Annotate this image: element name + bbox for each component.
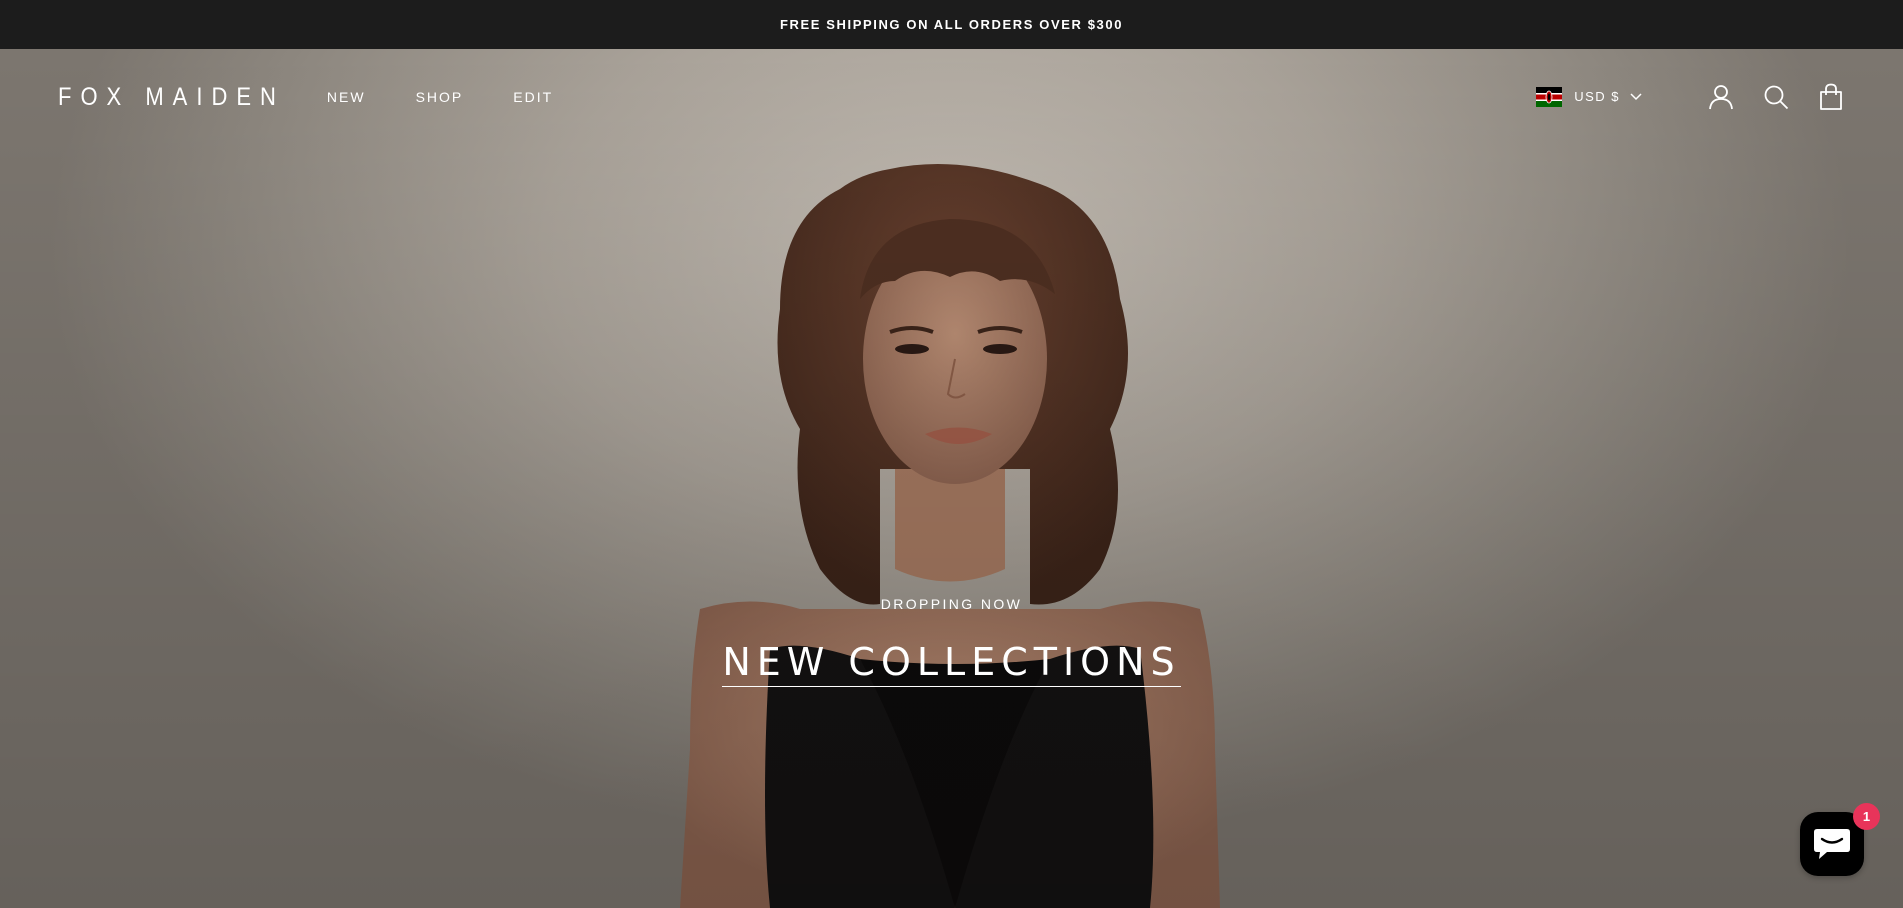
hero-content: DROPPING NOW NEW COLLECTIONS (0, 596, 1903, 687)
hero-eyebrow: DROPPING NOW (880, 596, 1023, 612)
header-actions: USD $ (1536, 83, 1845, 111)
kenya-flag-icon (1536, 86, 1563, 107)
hero-headline-link[interactable]: NEW COLLECTIONS (722, 640, 1181, 687)
nav-item-shop[interactable]: SHOP (416, 89, 464, 105)
chevron-down-icon (1630, 92, 1642, 100)
announcement-text: FREE SHIPPING ON ALL ORDERS OVER $300 (779, 17, 1124, 32)
currency-label: USD $ (1574, 89, 1620, 104)
chat-bubble-icon (1814, 829, 1850, 859)
hero-banner[interactable] (0, 49, 1903, 908)
brand-logo[interactable]: FOX MAIDEN (58, 82, 285, 112)
announcement-bar: FREE SHIPPING ON ALL ORDERS OVER $300 (0, 0, 1903, 49)
currency-selector[interactable]: USD $ (1536, 86, 1642, 107)
account-icon[interactable] (1707, 83, 1735, 111)
nav-item-edit[interactable]: EDIT (513, 89, 553, 105)
chat-notification-badge: 1 (1853, 803, 1880, 830)
site-header: FOX MAIDEN NEW SHOP EDIT USD $ (0, 49, 1903, 144)
nav-item-new[interactable]: NEW (327, 89, 366, 105)
cart-icon[interactable] (1817, 83, 1845, 111)
main-nav: NEW SHOP EDIT (327, 89, 603, 105)
search-icon[interactable] (1762, 83, 1790, 111)
hero-image (0, 49, 1903, 908)
